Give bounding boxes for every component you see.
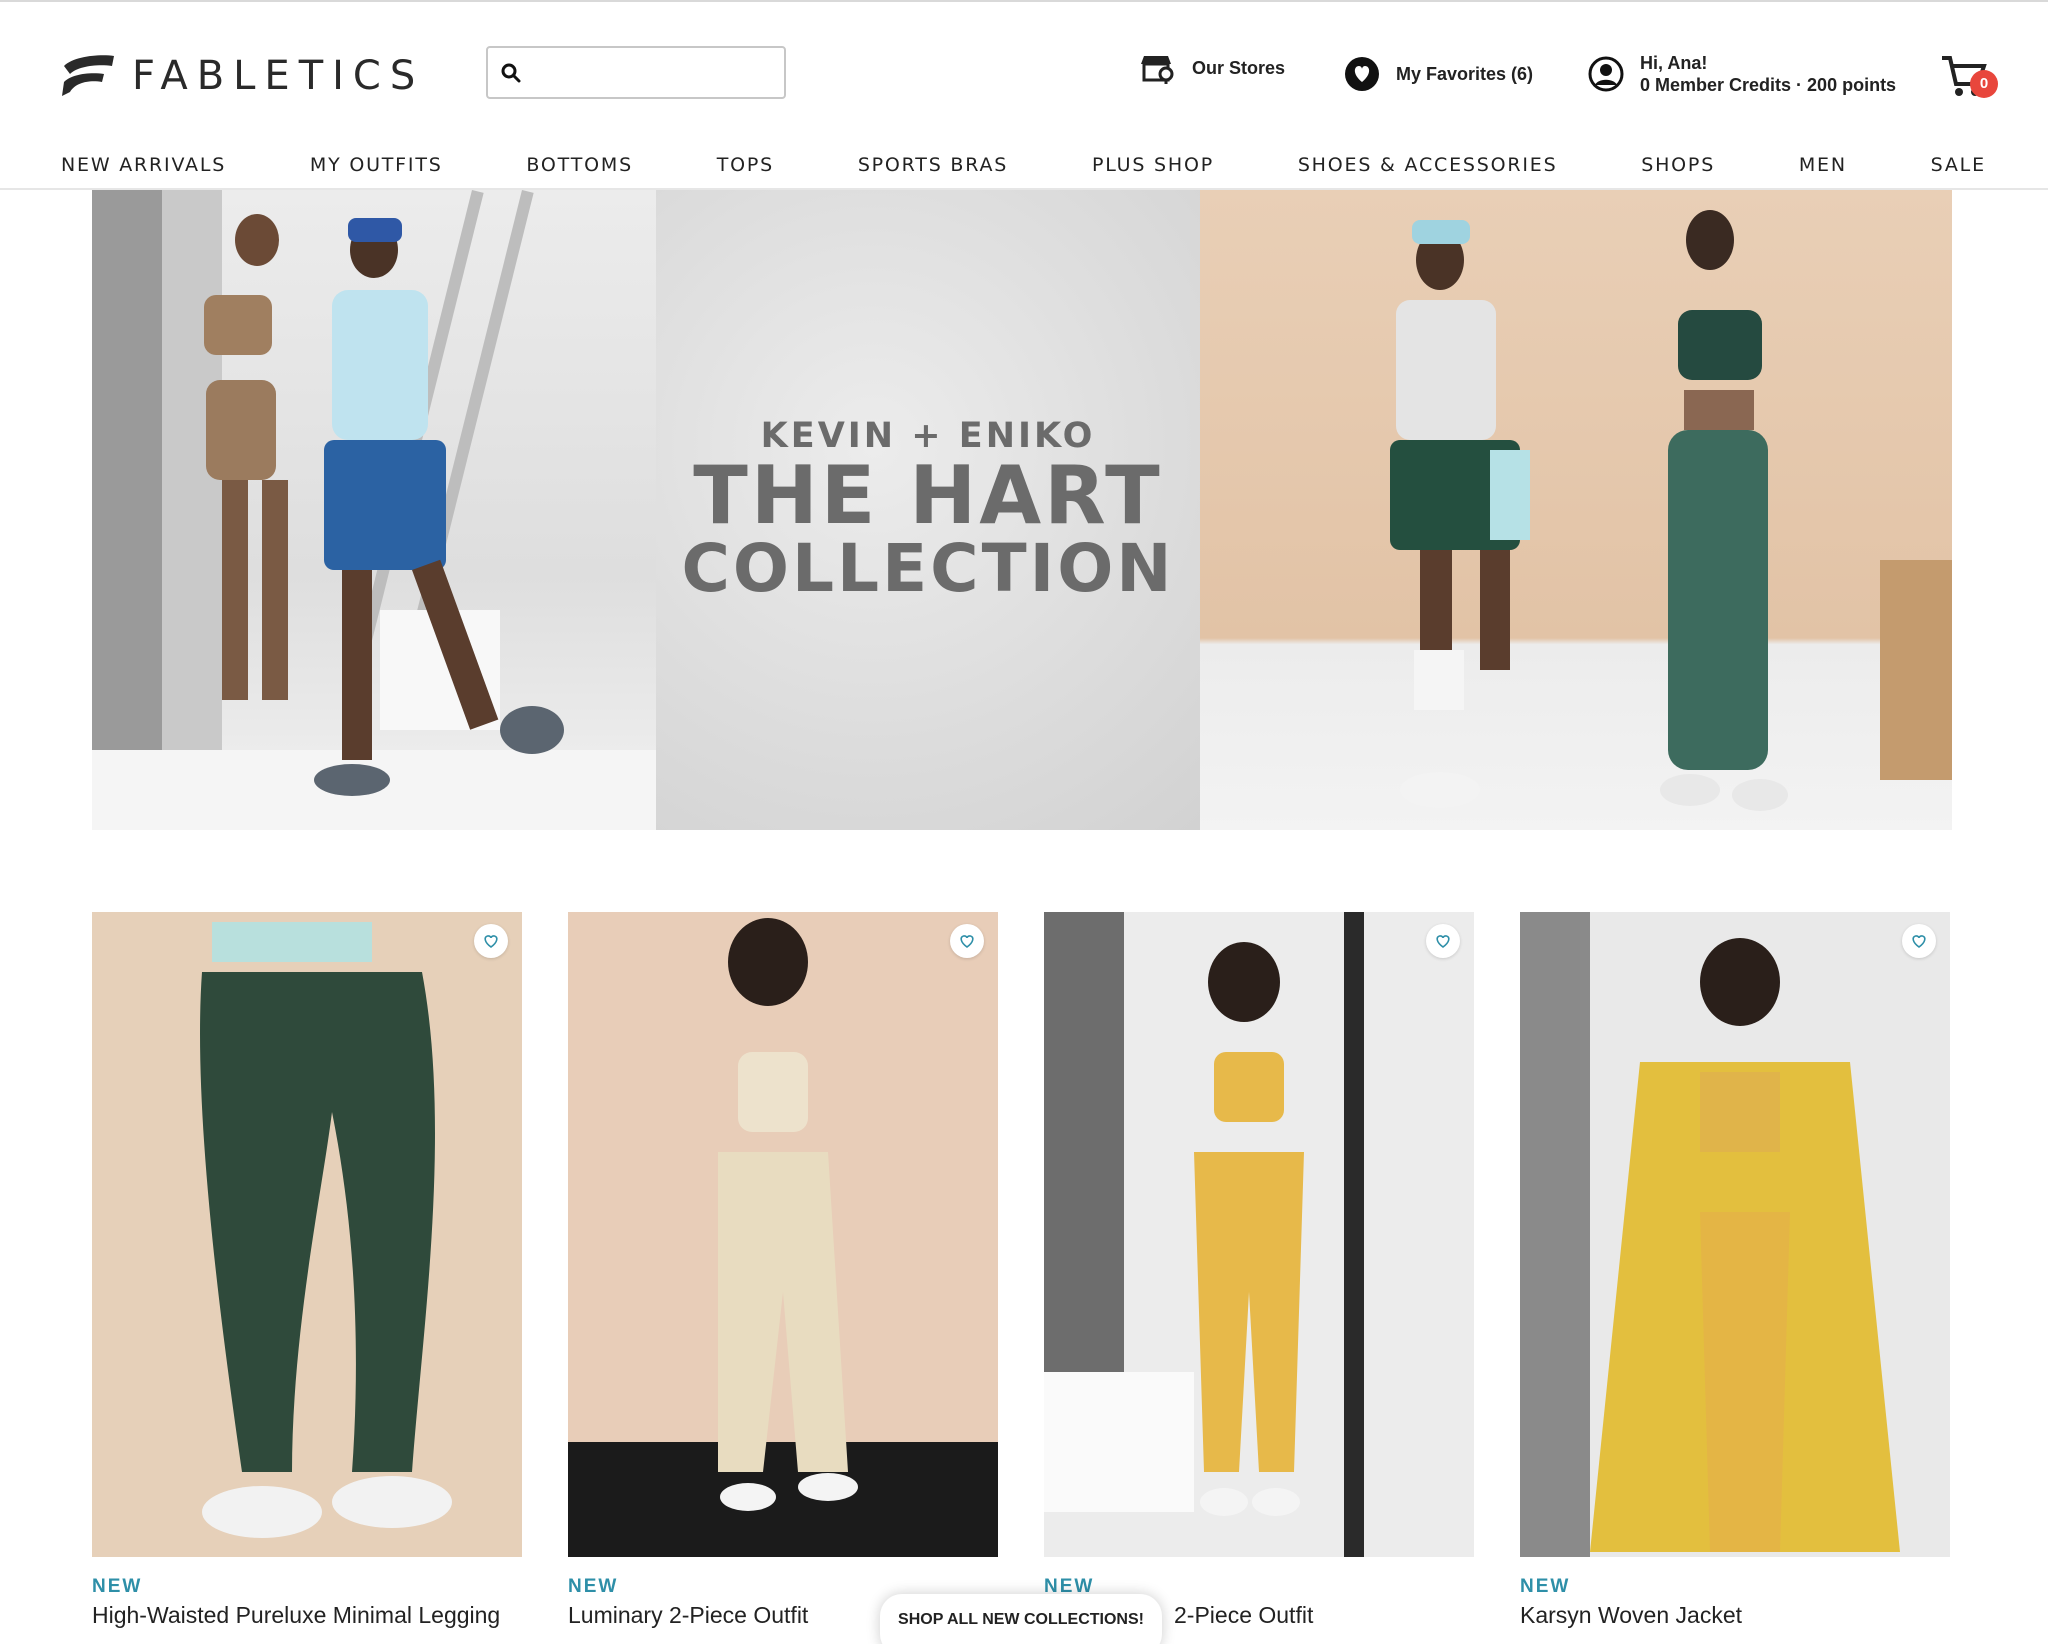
nav-bottoms[interactable]: BOTTOMS (526, 146, 633, 188)
brand-logo[interactable]: FABLETICS (60, 50, 424, 102)
hero-photo-left (92, 190, 656, 830)
nav-shops[interactable]: SHOPS (1641, 146, 1715, 188)
product-name[interactable]: Karsyn Woven Jacket (1520, 1602, 1742, 1629)
product-name[interactable]: 2-Piece Outfit (1174, 1602, 1313, 1629)
shop-all-collections-button[interactable]: SHOP ALL NEW COLLECTIONS! (880, 1594, 1162, 1644)
heart-icon (1345, 57, 1379, 91)
nav-sports-bras[interactable]: SPORTS BRAS (858, 146, 1008, 188)
product-image[interactable] (1044, 912, 1474, 1557)
hero-subtitle: COLLECTION (681, 530, 1175, 607)
product-tag: NEW (1520, 1576, 1571, 1597)
nav-plus-shop[interactable]: PLUS SHOP (1092, 146, 1214, 188)
main-nav: NEW ARRIVALS MY OUTFITS BOTTOMS TOPS SPO… (0, 146, 2048, 188)
user-account-icon (1588, 56, 1624, 92)
my-favorites-link[interactable]: My Favorites (6) (1344, 56, 1533, 92)
nav-sale[interactable]: SALE (1931, 146, 1986, 188)
nav-my-outfits[interactable]: MY OUTFITS (310, 146, 443, 188)
nav-men[interactable]: MEN (1799, 146, 1847, 188)
our-stores-link[interactable]: Our Stores (1140, 50, 1285, 86)
nav-tops[interactable]: TOPS (717, 146, 774, 188)
hero-title: THE HART (693, 449, 1163, 542)
fabletics-logo-icon (60, 52, 116, 100)
account-greeting: Hi, Ana! (1640, 53, 1708, 73)
product-card[interactable]: NEW Karsyn Woven Jacket (1520, 912, 1950, 1644)
favorite-heart-icon[interactable] (950, 924, 984, 958)
favorite-heart-icon[interactable] (474, 924, 508, 958)
product-image[interactable] (1520, 912, 1950, 1557)
product-tag: NEW (568, 1576, 619, 1597)
store-location-icon (1141, 56, 1174, 84)
product-image[interactable] (92, 912, 522, 1557)
account-menu[interactable]: Hi, Ana! 0 Member Credits · 200 points (1588, 52, 1896, 96)
brand-wordmark: FABLETICS (132, 53, 425, 99)
product-name[interactable]: Luminary 2-Piece Outfit (568, 1602, 808, 1629)
product-card[interactable]: NEW High-Waisted Pureluxe Minimal Leggin… (92, 912, 522, 1644)
hero-text-panel: KEVIN + ENIKO THE HART COLLECTION (656, 190, 1200, 830)
site-header: FABLETICS Our Stores My Favorites (6) Hi… (0, 2, 2048, 140)
nav-new-arrivals[interactable]: NEW ARRIVALS (61, 146, 226, 188)
nav-shoes-accessories[interactable]: SHOES & ACCESSORIES (1298, 146, 1558, 188)
hero-banner[interactable]: KEVIN + ENIKO THE HART COLLECTION (92, 190, 1952, 830)
product-grid: NEW High-Waisted Pureluxe Minimal Leggin… (92, 912, 1952, 1644)
cart-button[interactable]: 0 (1940, 54, 1998, 102)
search-icon[interactable] (500, 62, 522, 84)
product-card[interactable]: NEW Luminary 2-Piece Outfit (568, 912, 998, 1644)
product-name[interactable]: High-Waisted Pureluxe Minimal Legging (92, 1602, 500, 1629)
product-card[interactable]: NEW 2-Piece Outfit (1044, 912, 1474, 1644)
cart-count-badge: 0 (1970, 70, 1998, 98)
search-input[interactable] (532, 54, 772, 92)
hero-photo-right (1200, 190, 1952, 830)
my-favorites-label: My Favorites (6) (1396, 63, 1534, 84)
our-stores-label: Our Stores (1192, 57, 1286, 78)
product-image[interactable] (568, 912, 998, 1557)
member-credits: 0 Member Credits · 200 points (1640, 75, 1897, 95)
search-box[interactable] (486, 46, 786, 99)
product-tag: NEW (92, 1576, 143, 1597)
favorite-heart-icon[interactable] (1902, 924, 1936, 958)
favorite-heart-icon[interactable] (1426, 924, 1460, 958)
